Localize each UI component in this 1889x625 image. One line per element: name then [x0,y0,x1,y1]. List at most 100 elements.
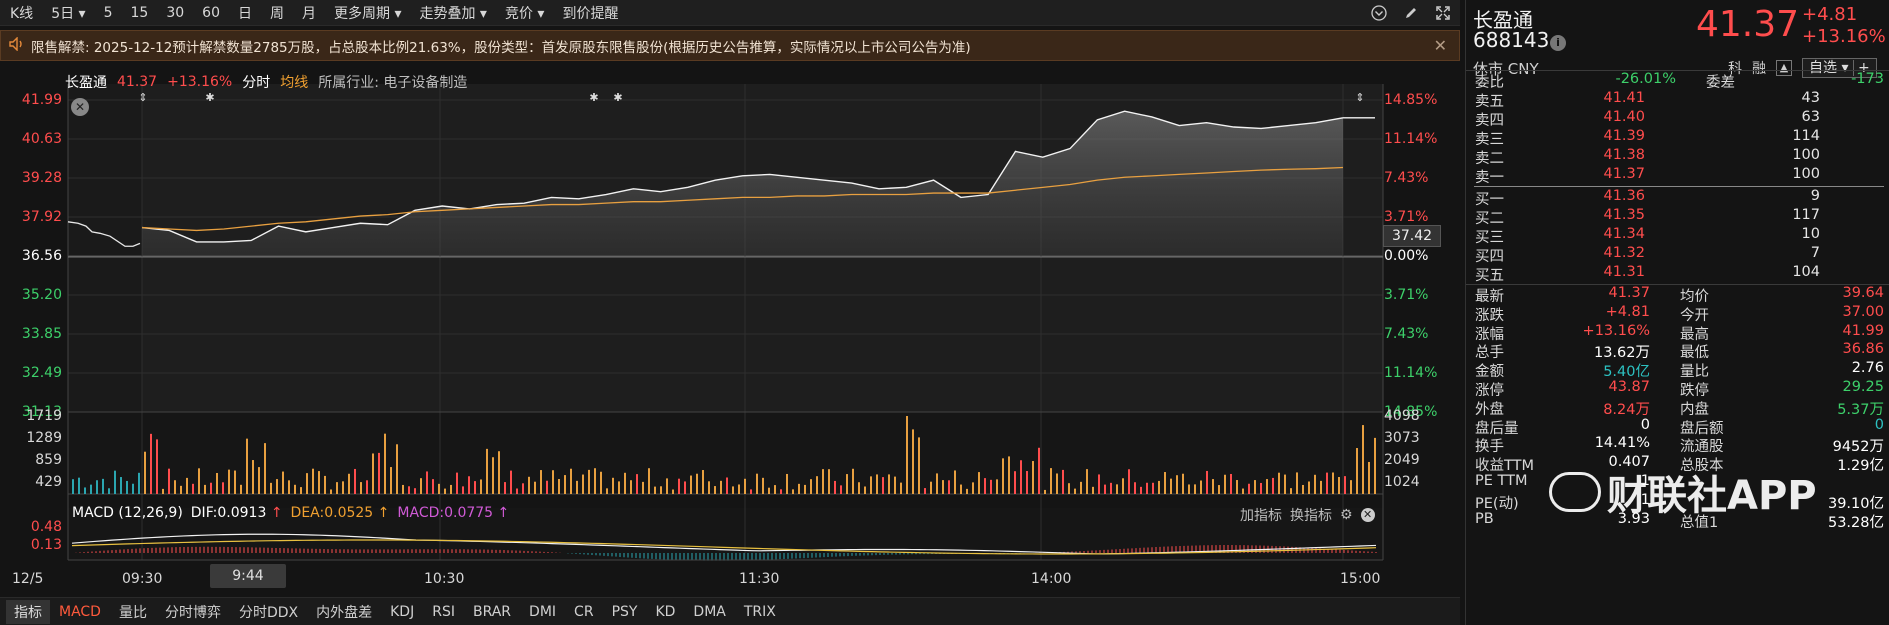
fullscreen-icon[interactable] [1434,4,1452,22]
close-overlay-icon-glyph: ✕ [75,100,85,114]
stat-value: 1 [1640,473,1650,489]
overlay-dropdown[interactable]: 走势叠加 ▾ [410,3,495,23]
close-icon[interactable]: ✕ [1434,36,1447,55]
volume-bar [564,475,566,494]
bid-row[interactable]: 买一 41.36 9 [1466,188,1889,208]
tab-inner-outer[interactable]: 内外盘差 [307,602,381,622]
volume-bar [438,483,440,494]
info-icon[interactable]: i [1550,35,1566,51]
macd-axis-label: 0.13 [30,537,62,553]
volume-bar [348,473,350,494]
stat-row: PE TTM 1 [1466,473,1889,492]
volume-bar [522,483,524,494]
volume-bar [78,477,80,494]
close-indicator-icon[interactable]: ✕ [1360,508,1375,522]
bid-row[interactable]: 买二 41.35 117 [1466,207,1889,227]
tab-volume-ratio[interactable]: 量比 [110,602,156,622]
volume-bar [1254,480,1256,494]
price-alert-button[interactable]: 到价提醒 [553,3,627,23]
tab-week[interactable]: 周 [261,3,293,23]
tab-ddx[interactable]: 分时DDX [230,602,307,622]
tab-kline[interactable]: K线 [0,3,42,23]
tab-month[interactable]: 月 [293,3,325,23]
more-periods-dropdown[interactable]: 更多周期 ▾ [325,3,410,23]
tab-15min[interactable]: 15 [122,5,158,21]
bid-row[interactable]: 买四 41.32 7 [1466,245,1889,265]
volume-bar [726,477,728,494]
auction-dropdown[interactable]: 竞价 ▾ [496,3,553,23]
add-indicator-button[interactable]: 加指标 [1240,505,1282,525]
ask-row[interactable]: 卖四 41.40 63 [1466,109,1889,129]
ask-row[interactable]: 卖五 41.41 43 [1466,90,1889,110]
volume-bar [840,485,842,494]
tab-5day[interactable]: 5日 ▾ [42,3,94,23]
tab-intraday-game[interactable]: 分时博弈 [156,602,230,622]
volume-bar [864,486,866,494]
volume-bar [240,484,242,494]
tab-kdj[interactable]: KDJ [381,604,423,620]
tab-psy[interactable]: PSY [603,604,647,620]
ask-row[interactable]: 卖二 41.38 100 [1466,147,1889,167]
tab-brar[interactable]: BRAR [464,604,520,620]
volume-bar [300,487,302,494]
tab-60min[interactable]: 60 [193,5,229,21]
volume-bar [1014,471,1016,494]
event-marker-icon: ⇕ [1355,91,1364,104]
bid-row[interactable]: 买三 41.34 10 [1466,226,1889,246]
chevron-down-circle-icon[interactable] [1370,4,1388,22]
volume-axis-right-label: 4098 [1384,408,1420,424]
volume-bar [156,439,158,494]
volume-bar [1212,479,1214,494]
price-change: +4.81 +13.16% [1802,4,1886,48]
tab-day[interactable]: 日 [229,3,261,23]
volume-bar [282,471,284,494]
tab-5min[interactable]: 5 [95,5,122,21]
time-axis-label: 09:30 [122,571,163,587]
volume-axis-label: 1719 [26,408,62,424]
stat-value: 53.28亿 [1827,514,1884,531]
draw-pen-icon[interactable] [1402,4,1420,22]
tab-macd[interactable]: MACD [50,604,110,620]
gear-icon[interactable]: ⚙ [1340,507,1353,523]
volume-bar [516,488,518,494]
stat-row: PE(动) 1 39.10亿 [1466,492,1889,512]
chart-canvas[interactable]: ⇕ ✱ ✱ ✱ ⇕ ✕ [0,66,1460,625]
pct-axis-label: 14.85% [1384,92,1438,108]
volume-bar [456,472,458,494]
volume-bar [504,482,506,494]
tab-dma[interactable]: DMA [684,604,734,620]
stat-value: 36.86 [1842,341,1884,358]
bid-row[interactable]: 买五 41.31 104 [1466,264,1889,284]
current-price-tag: 37.42 [1383,225,1441,247]
stat-row: 收益TTM 0.407 总股本 1.29亿 [1466,454,1889,474]
volume-bar [96,480,98,494]
ask-row[interactable]: 卖三 41.39 114 [1466,128,1889,148]
tab-indicator[interactable]: 指标 [6,599,50,624]
industry-label: 所属行业: 电子设备制造 [318,75,468,91]
switch-indicator-button[interactable]: 换指标 [1290,505,1332,525]
volume-bar [492,457,494,494]
volume-bar [666,478,668,494]
weicha-value: -173 [1851,71,1884,87]
stat-row: 总手 13.62万 最低 36.86 [1466,341,1889,361]
tab-cr[interactable]: CR [565,604,603,620]
volume-bar [1098,474,1100,494]
volume-bar [384,433,386,494]
volume-bar [186,477,188,494]
price-axis-label: 32.49 [21,365,62,381]
tab-rsi[interactable]: RSI [423,604,464,620]
volume-bar [684,481,686,494]
stat-value: 43.87 [1608,379,1650,395]
tab-30min[interactable]: 30 [157,5,193,21]
pct-axis-label: 11.14% [1384,131,1438,147]
volume-bar [1230,473,1232,494]
volume-bar [252,460,254,494]
ask-row[interactable]: 卖一 41.37 100 [1466,166,1889,186]
volume-bar [762,477,764,494]
tab-dmi[interactable]: DMI [520,604,565,620]
tab-kd[interactable]: KD [646,604,684,620]
volume-bar [780,489,782,494]
tab-trix[interactable]: TRIX [735,604,785,620]
intraday-chart-area[interactable]: ⇕ ✱ ✱ ✱ ⇕ ✕ [0,66,1460,625]
volume-axis-right-label: 1024 [1384,474,1420,490]
